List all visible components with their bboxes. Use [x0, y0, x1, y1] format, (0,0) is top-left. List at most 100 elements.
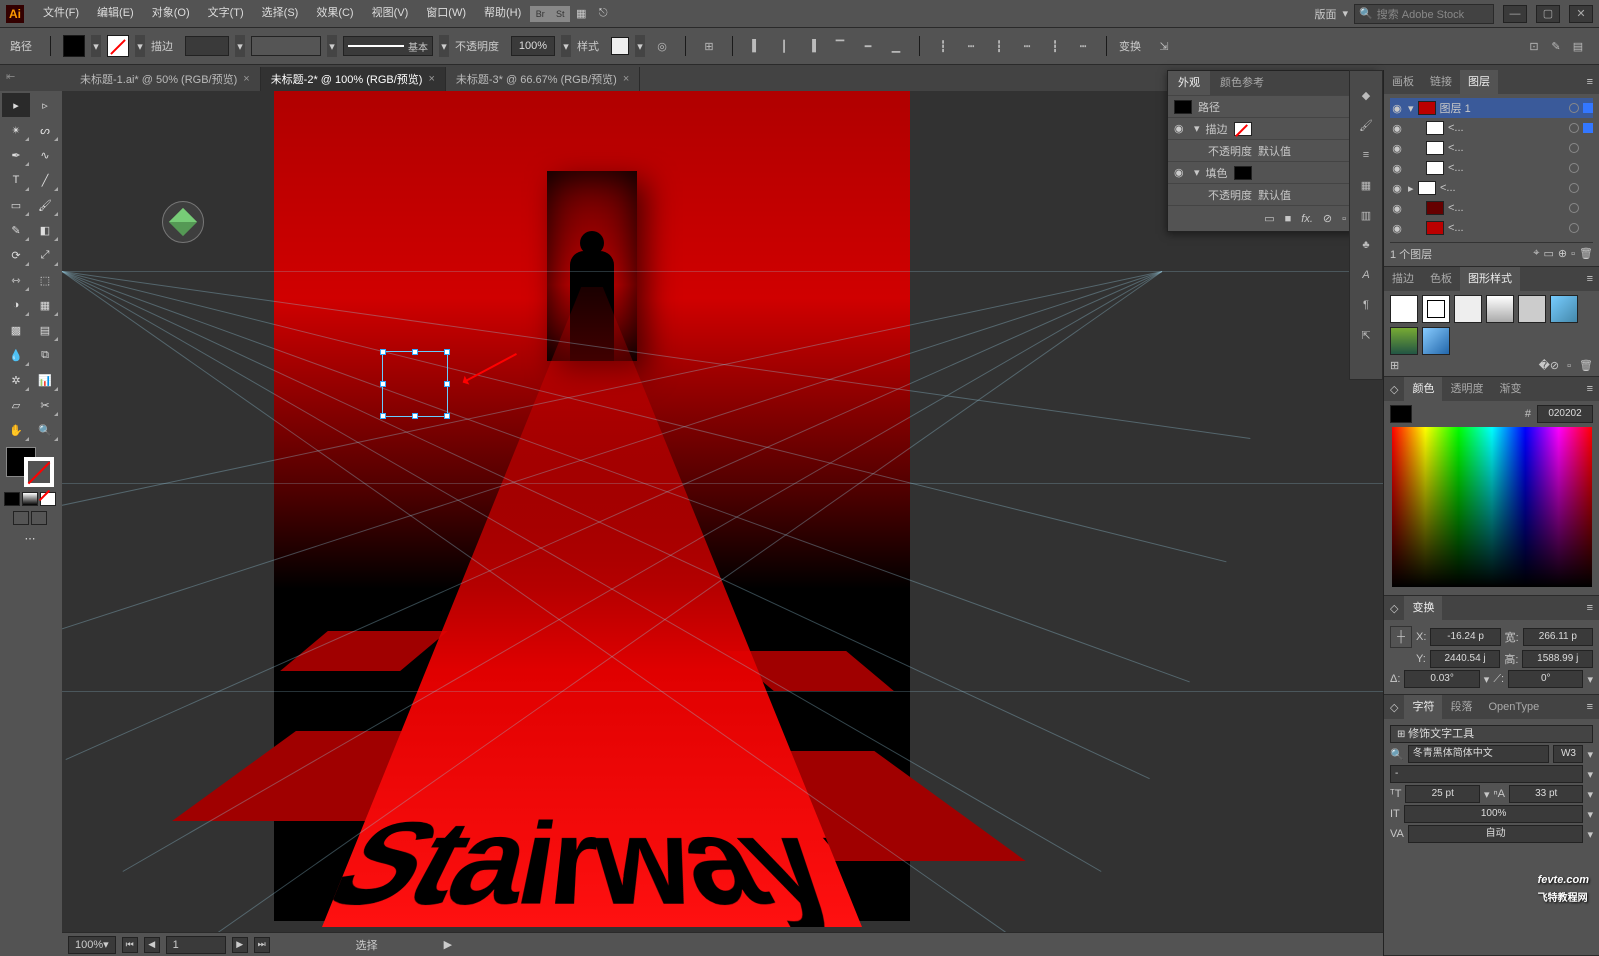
- swatches-tab[interactable]: 色板: [1422, 267, 1460, 291]
- line-tool[interactable]: ╱: [31, 168, 59, 192]
- gradient-tab[interactable]: 渐变: [1491, 377, 1529, 401]
- stroke-none-swatch[interactable]: [1234, 122, 1252, 136]
- menu-object[interactable]: 对象(O): [143, 0, 199, 27]
- paragraph-icon[interactable]: ¶: [1356, 295, 1376, 315]
- stock-icon[interactable]: St: [550, 6, 570, 22]
- duplicate-icon[interactable]: ▫: [1342, 213, 1346, 225]
- delete-layer-icon[interactable]: 🗑: [1579, 247, 1593, 260]
- type-panel-icon[interactable]: A: [1356, 265, 1376, 285]
- chevron-down-icon[interactable]: ▾: [1342, 7, 1348, 20]
- align-right-icon[interactable]: ▐: [801, 35, 823, 57]
- perspective-plane-widget[interactable]: [162, 201, 204, 243]
- sublayer-thumb[interactable]: [1426, 221, 1444, 235]
- visibility-toggle[interactable]: ◉: [1390, 122, 1404, 135]
- edit-icon[interactable]: ✎: [1545, 35, 1567, 57]
- graphic-styles-grid[interactable]: [1390, 295, 1593, 355]
- tabstrip-handle-icon[interactable]: ⇤: [6, 70, 15, 83]
- add-stroke-icon[interactable]: ▭: [1264, 212, 1274, 225]
- graphic-styles-tab[interactable]: 图形样式: [1460, 267, 1520, 291]
- brushes-icon[interactable]: 🖌: [1356, 115, 1376, 135]
- visibility-toggle[interactable]: ◉: [1390, 202, 1404, 215]
- align-to-icon[interactable]: ⊞: [698, 35, 720, 57]
- sublayer-thumb[interactable]: [1426, 161, 1444, 175]
- layer-thumbnail[interactable]: [1418, 101, 1436, 115]
- slice-tool[interactable]: ✂: [31, 393, 59, 417]
- brush-definition[interactable]: 基本: [343, 36, 433, 56]
- paintbrush-tool[interactable]: 🖌: [31, 193, 59, 217]
- font-weight-field[interactable]: W3: [1553, 745, 1583, 763]
- delete-style-icon[interactable]: 🗑: [1579, 359, 1593, 372]
- symbols-icon[interactable]: ≡: [1356, 145, 1376, 165]
- appearance-tab[interactable]: 外观: [1168, 71, 1210, 95]
- artboards-tab[interactable]: 画板: [1384, 70, 1422, 94]
- new-sublayer-icon[interactable]: ⊕: [1558, 247, 1567, 260]
- variable-width-profile[interactable]: [251, 36, 321, 56]
- fill-swatch-mini[interactable]: [1234, 166, 1252, 180]
- target-icon[interactable]: [1569, 103, 1579, 113]
- add-effect-icon[interactable]: fx.: [1301, 213, 1313, 225]
- font-family-field[interactable]: 冬青黑体简体中文: [1408, 745, 1550, 763]
- align-top-icon[interactable]: ▔: [829, 35, 851, 57]
- font-size-field[interactable]: 25 pt: [1405, 785, 1480, 803]
- shear-field[interactable]: 0°: [1508, 670, 1583, 688]
- dist-v-icon[interactable]: ┅: [960, 35, 982, 57]
- dist-v2-icon[interactable]: ┅: [1016, 35, 1038, 57]
- magic-wand-tool[interactable]: ✴: [2, 118, 30, 142]
- document-tab[interactable]: 未标题-1.ai* @ 50% (RGB/预览)×: [70, 67, 261, 91]
- align-vcenter-icon[interactable]: ━: [857, 35, 879, 57]
- visibility-toggle[interactable]: ◉: [1390, 102, 1404, 115]
- visibility-toggle[interactable]: ◉: [1390, 142, 1404, 155]
- bridge-icon[interactable]: Br: [530, 6, 550, 22]
- isolate-icon[interactable]: ⊡: [1523, 35, 1545, 57]
- locate-icon[interactable]: ⌖: [1533, 247, 1539, 260]
- panel-menu-icon[interactable]: ≡: [1581, 701, 1599, 713]
- paragraph-tab[interactable]: 段落: [1442, 695, 1480, 719]
- document-tab[interactable]: 未标题-2* @ 100% (RGB/预览)×: [261, 67, 446, 91]
- angle-field[interactable]: 0.03°: [1404, 670, 1479, 688]
- symbol-sprayer-tool[interactable]: ✲: [2, 368, 30, 392]
- curvature-tool[interactable]: ∿: [31, 143, 59, 167]
- last-artboard-button[interactable]: ⏭: [254, 937, 270, 953]
- recolor-icon[interactable]: ◎: [651, 35, 673, 57]
- x-field[interactable]: -16.24 p: [1430, 628, 1500, 646]
- close-tab-icon[interactable]: ×: [428, 73, 434, 85]
- clear-icon[interactable]: ⊘: [1323, 212, 1332, 225]
- panel-menu-icon[interactable]: ≡: [1581, 273, 1599, 285]
- zoom-field[interactable]: 100% ▾: [68, 936, 116, 954]
- close-button[interactable]: ✕: [1569, 5, 1593, 23]
- next-artboard-button[interactable]: ▶: [232, 937, 248, 953]
- brush-dropdown[interactable]: ▾: [439, 35, 449, 57]
- lasso-tool[interactable]: ᔕ: [31, 118, 59, 142]
- sublayer-thumb[interactable]: [1426, 141, 1444, 155]
- stroke-weight-field[interactable]: [185, 36, 229, 56]
- graphic-style-swatch[interactable]: [611, 37, 629, 55]
- artboard-number-field[interactable]: 1: [166, 936, 226, 954]
- rectangle-tool[interactable]: ▭: [2, 193, 30, 217]
- perspective-grid-tool[interactable]: ▦: [31, 293, 59, 317]
- opentype-tab[interactable]: OpenType: [1480, 695, 1547, 719]
- artboard-tool[interactable]: ▱: [2, 393, 30, 417]
- h-field[interactable]: 1588.99 j: [1522, 650, 1593, 668]
- search-stock-field[interactable]: 🔍 搜索 Adobe Stock: [1354, 4, 1494, 24]
- touch-type-button[interactable]: ⊞ 修饰文字工具: [1390, 725, 1593, 743]
- opacity-dropdown[interactable]: ▾: [561, 35, 571, 57]
- arrange-icon[interactable]: ▦: [570, 3, 592, 25]
- break-link-icon[interactable]: �⊘: [1539, 359, 1560, 372]
- hex-field[interactable]: 020202: [1537, 405, 1593, 423]
- font-style-field[interactable]: -: [1390, 765, 1583, 783]
- color-fillstroke[interactable]: [1390, 405, 1412, 423]
- align-icon[interactable]: ▥: [1356, 205, 1376, 225]
- align-left-icon[interactable]: ▌: [745, 35, 767, 57]
- fill-stroke-control[interactable]: [2, 447, 58, 487]
- scale-tool[interactable]: ⤢: [31, 243, 59, 267]
- style-dropdown[interactable]: ▾: [635, 35, 645, 57]
- transform-label[interactable]: 变换: [1119, 38, 1141, 54]
- sublayer-thumb[interactable]: [1418, 181, 1436, 195]
- pen-tool[interactable]: ✒: [2, 143, 30, 167]
- vwp-dropdown[interactable]: ▾: [327, 35, 337, 57]
- zoom-tool[interactable]: 🔍: [31, 418, 59, 442]
- dist-h2-icon[interactable]: ┇: [988, 35, 1010, 57]
- y-field[interactable]: 2440.54 j: [1430, 650, 1501, 668]
- gradient-tool[interactable]: ▤: [31, 318, 59, 342]
- gpu-icon[interactable]: ⎋: [592, 3, 614, 25]
